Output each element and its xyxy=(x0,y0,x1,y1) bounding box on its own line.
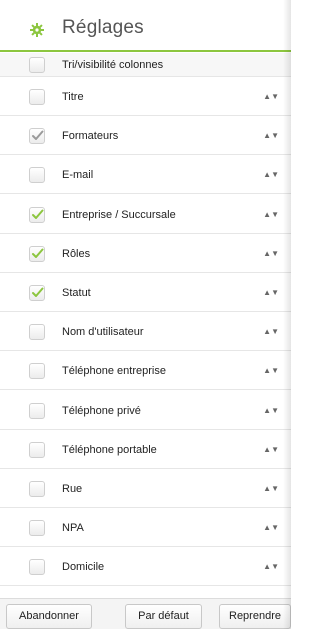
column-visibility-checkbox[interactable] xyxy=(29,128,45,144)
sort-visibility-checkbox[interactable] xyxy=(29,57,45,73)
settings-header: Réglages xyxy=(0,0,291,52)
checkmark-icon xyxy=(32,248,44,258)
gear-icon xyxy=(30,23,44,37)
column-visibility-checkbox[interactable] xyxy=(29,363,45,379)
apply-button[interactable]: Reprendre xyxy=(219,604,291,629)
column-label: Formateurs xyxy=(62,130,119,142)
column-label: Téléphone portable xyxy=(62,444,157,456)
sort-arrows-icon[interactable]: ▲▼ xyxy=(263,288,279,298)
checkmark-icon xyxy=(32,130,44,140)
sort-arrows-icon[interactable]: ▲▼ xyxy=(263,92,279,102)
column-label: Rôles xyxy=(62,248,91,260)
column-visibility-checkbox[interactable] xyxy=(29,559,45,575)
sort-arrows-icon[interactable]: ▲▼ xyxy=(263,249,279,259)
column-visibility-checkbox[interactable] xyxy=(29,403,45,419)
cancel-button[interactable]: Abandonner xyxy=(6,604,92,629)
sort-arrows-icon[interactable]: ▲▼ xyxy=(263,562,279,572)
sort-arrows-icon[interactable]: ▲▼ xyxy=(263,170,279,180)
sort-arrows-icon[interactable]: ▲▼ xyxy=(263,210,279,220)
column-visibility-checkbox[interactable] xyxy=(29,481,45,497)
column-row[interactable]: Nom d'utilisateur ▲▼ xyxy=(0,312,291,351)
column-row[interactable]: NPA ▲▼ xyxy=(0,508,291,547)
column-row[interactable]: Formateurs ▲▼ xyxy=(0,116,291,155)
settings-panel: Réglages Tri/visibilité colonnes Titre ▲▼ F… xyxy=(0,0,291,629)
sort-visibility-label: Tri/visibilité colonnes xyxy=(62,59,164,71)
column-label: Statut xyxy=(62,287,91,299)
sort-arrows-icon[interactable]: ▲▼ xyxy=(263,327,279,337)
column-row[interactable]: Téléphone entreprise ▲▼ xyxy=(0,351,291,390)
column-label: Nom d'utilisateur xyxy=(62,326,144,338)
column-row[interactable]: Téléphone privé ▲▼ xyxy=(0,391,291,430)
sort-arrows-icon[interactable]: ▲▼ xyxy=(263,523,279,533)
column-visibility-checkbox[interactable] xyxy=(29,520,45,536)
column-row[interactable]: Rue ▲▼ xyxy=(0,469,291,508)
column-visibility-checkbox[interactable] xyxy=(29,167,45,183)
footer-toolbar: Abandonner Par défaut Reprendre xyxy=(0,598,291,629)
column-visibility-checkbox[interactable] xyxy=(29,246,45,262)
sort-arrows-icon[interactable]: ▲▼ xyxy=(263,366,279,376)
column-visibility-checkbox[interactable] xyxy=(29,207,45,223)
column-row[interactable]: Rôles ▲▼ xyxy=(0,234,291,273)
column-visibility-checkbox[interactable] xyxy=(29,442,45,458)
default-button[interactable]: Par défaut xyxy=(125,604,202,629)
sort-arrows-icon[interactable]: ▲▼ xyxy=(263,484,279,494)
column-label: Téléphone entreprise xyxy=(62,365,166,377)
column-row[interactable]: Téléphone portable ▲▼ xyxy=(0,430,291,469)
column-label: E-mail xyxy=(62,169,94,181)
column-row[interactable]: E-mail ▲▼ xyxy=(0,155,291,194)
column-label: Titre xyxy=(62,91,84,103)
column-visibility-checkbox[interactable] xyxy=(29,89,45,105)
column-row[interactable]: Titre ▲▼ xyxy=(0,77,291,116)
page-title: Réglages xyxy=(62,17,144,38)
checkmark-icon xyxy=(32,287,44,297)
column-row[interactable]: Entreprise / Succursale ▲▼ xyxy=(0,195,291,234)
column-label: NPA xyxy=(62,522,84,534)
column-label: Rue xyxy=(62,483,83,495)
column-label: Domicile xyxy=(62,561,105,573)
sort-visibility-row[interactable]: Tri/visibilité colonnes xyxy=(0,53,291,77)
sort-arrows-icon[interactable]: ▲▼ xyxy=(263,406,279,416)
column-label: Entreprise / Succursale xyxy=(62,209,176,221)
column-row[interactable]: Domicile ▲▼ xyxy=(0,547,291,586)
checkmark-icon xyxy=(32,209,44,219)
sort-arrows-icon[interactable]: ▲▼ xyxy=(263,445,279,455)
column-visibility-checkbox[interactable] xyxy=(29,324,45,340)
column-label: Téléphone privé xyxy=(62,405,141,417)
column-visibility-checkbox[interactable] xyxy=(29,285,45,301)
sort-arrows-icon[interactable]: ▲▼ xyxy=(263,131,279,141)
column-row[interactable]: Statut ▲▼ xyxy=(0,273,291,312)
